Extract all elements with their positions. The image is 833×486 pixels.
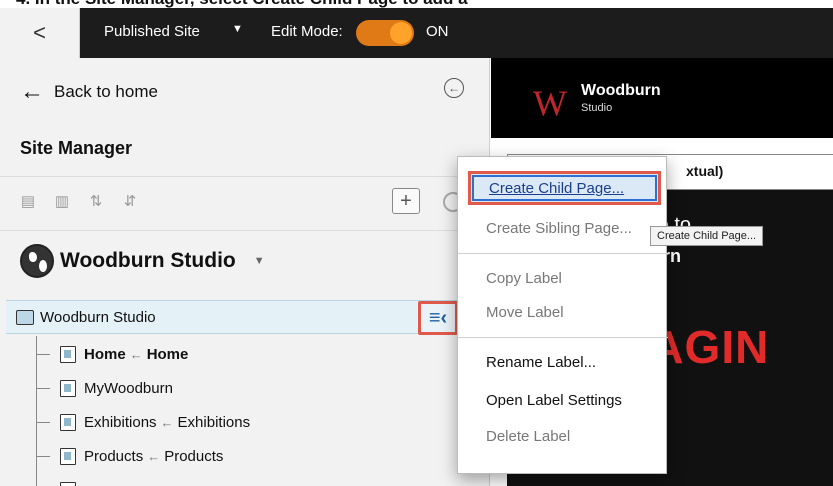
tree-item[interactable]: [36, 478, 76, 486]
menu-separator: [458, 337, 668, 338]
back-chevron-button[interactable]: <: [0, 8, 80, 58]
panel-title: Site Manager: [20, 138, 133, 158]
page-icon: [60, 481, 76, 486]
menu-item-copy-label[interactable]: Copy Label: [458, 261, 668, 295]
page-edit-icon[interactable]: ▥: [54, 192, 70, 210]
site-manager-panel: ← Back to home ← Site Manager ▤ ▥ ⇅ ⇵ + …: [0, 58, 490, 486]
menu-item-open-label-settings[interactable]: Open Label Settings: [458, 383, 668, 417]
move-down-icon[interactable]: ⇵: [122, 192, 138, 210]
page-icon: [60, 379, 76, 397]
edit-mode-label: Edit Mode:: [271, 23, 343, 40]
tree-toolbar: ▤ ▥ ⇅ ⇵: [20, 192, 138, 210]
label-menu-button[interactable]: ≡‹: [418, 301, 458, 335]
caret-down-icon[interactable]: ▼: [232, 23, 243, 35]
folder-icon: [16, 309, 34, 325]
tree-item[interactable]: Home ← Home: [36, 342, 188, 366]
preview-header: W Woodburn Studio: [491, 58, 833, 138]
menu-item-rename-label[interactable]: Rename Label...: [458, 345, 668, 379]
page-icon: [60, 345, 76, 363]
tree-branch-line: [36, 421, 50, 423]
tree-item[interactable]: MyWoodburn: [36, 376, 173, 400]
back-to-home-link[interactable]: ← Back to home: [20, 78, 158, 105]
toggle-state-label: ON: [426, 23, 449, 40]
preview-nav-text: xtual): [686, 163, 724, 179]
add-item-button[interactable]: +: [392, 188, 420, 214]
published-site-dropdown[interactable]: Published Site: [104, 23, 200, 40]
menu-separator: [458, 253, 668, 254]
tree-item[interactable]: Products ← Products: [36, 444, 223, 468]
site-name: Woodburn Studio: [60, 249, 236, 272]
arrow-left-icon: ←: [20, 78, 44, 105]
brand-logo: W: [533, 83, 567, 123]
page-icon: [60, 447, 76, 465]
menu-item-create-sibling-page[interactable]: Create Sibling Page...: [458, 211, 668, 245]
brand-name: Woodburn: [581, 82, 661, 99]
tree-item-label: MyWoodburn: [84, 379, 173, 397]
back-home-label: Back to home: [54, 82, 158, 101]
menu-item-create-child-page[interactable]: Create Child Page...: [468, 171, 661, 205]
tree-item-label: Exhibitions ← Exhibitions: [84, 413, 251, 431]
tooltip: Create Child Page...: [650, 226, 764, 246]
instruction-caption: 4. In the Site Manager, select Create Ch…: [0, 0, 833, 8]
page-icon: [60, 413, 76, 431]
tree-branch-line: [36, 353, 50, 355]
edit-mode-toggle[interactable]: [356, 20, 414, 46]
brand-subtitle: Studio: [581, 102, 613, 114]
tree-item-label: Products ← Products: [84, 447, 224, 465]
collapse-panel-icon[interactable]: ←: [444, 78, 464, 98]
site-selector[interactable]: Woodburn Studio ▼: [20, 244, 265, 278]
label-context-menu: Create Child Page... Create Sibling Page…: [457, 156, 668, 474]
divider: [0, 230, 489, 231]
move-up-icon[interactable]: ⇅: [88, 192, 104, 210]
menu-collapse-icon: ≡‹: [428, 306, 448, 329]
divider: [0, 176, 489, 177]
tree-branch-line: [36, 455, 50, 457]
top-toolbar: < Published Site ▼ Edit Mode: ON: [0, 8, 833, 58]
menu-item-delete-label[interactable]: Delete Label: [458, 419, 668, 453]
page-layout-icon[interactable]: ▤: [20, 192, 36, 210]
tree-item[interactable]: Exhibitions ← Exhibitions: [36, 410, 250, 434]
toggle-knob: [390, 22, 412, 44]
tree-branch-line: [36, 387, 50, 389]
tree-root-label: Woodburn Studio: [40, 308, 156, 326]
tree-item-label: Home ← Home: [84, 345, 189, 363]
caption-text: 4. In the Site Manager, select Create Ch…: [16, 0, 468, 8]
caret-down-icon: ▼: [253, 255, 265, 267]
menu-item-move-label[interactable]: Move Label: [458, 295, 668, 329]
globe-icon: [20, 244, 54, 278]
chevron-left-icon: <: [33, 20, 46, 45]
